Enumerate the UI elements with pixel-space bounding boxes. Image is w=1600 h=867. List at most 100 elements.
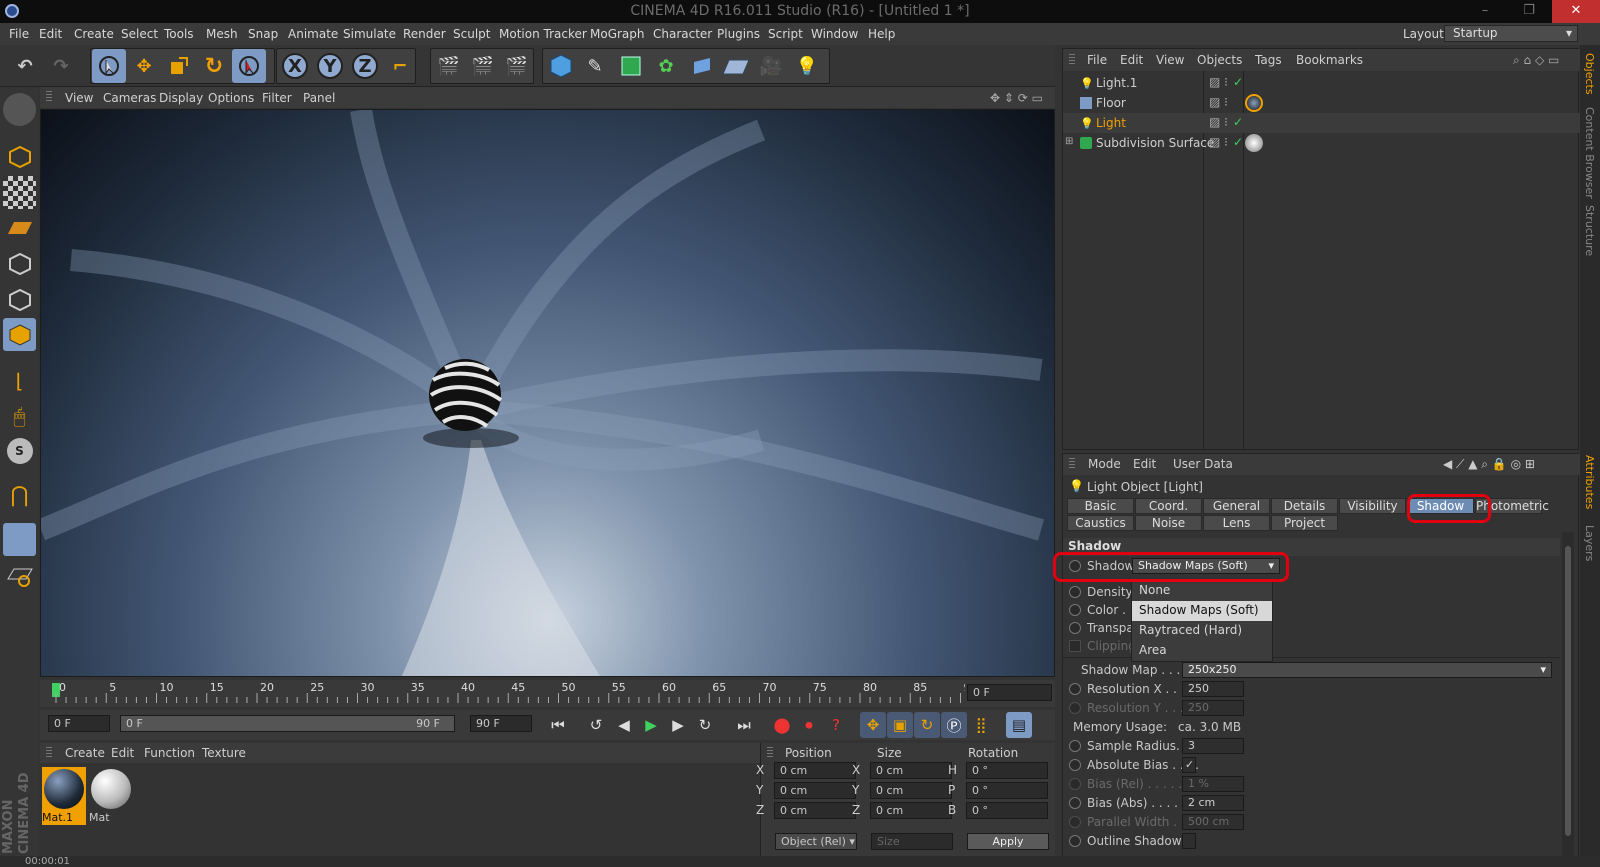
menu-select[interactable]: Select [121,27,158,41]
make-editable-icon[interactable] [3,93,36,126]
material-mat[interactable]: Mat [89,767,133,825]
previous-key-icon[interactable]: ↺ [583,712,609,738]
viewport-menu-view[interactable]: View [65,91,93,105]
menu-mesh[interactable]: Mesh [206,27,238,41]
timeline-window-icon[interactable]: ▤ [1006,712,1032,738]
tab-visibility[interactable]: Visibility [1339,498,1406,514]
animate-radio[interactable] [1069,797,1081,809]
model-mode-icon[interactable] [3,140,36,173]
drag-handle-icon[interactable] [46,91,52,103]
tab-attributes[interactable]: Attributes [1583,455,1596,509]
workplane-lock-icon[interactable] [3,523,36,556]
previous-frame-icon[interactable]: ◀ [611,712,637,738]
apply-button[interactable]: Apply [967,833,1049,850]
object-row-subdivision-surface[interactable]: ⊞ Subdivision Surface ▨ ⁝ ✓ [1063,133,1580,153]
menu-window[interactable]: Window [811,27,858,41]
auto-keying-icon[interactable]: ⏺ [796,712,822,738]
tab-structure[interactable]: Structure [1583,205,1596,256]
menu-help[interactable]: Help [868,27,895,41]
subdivision-surface-icon[interactable] [614,49,648,83]
expand-icon[interactable]: ⊞ [1065,136,1073,147]
coord-size-field[interactable]: 0 cm [870,762,952,779]
animate-radio[interactable] [1069,683,1081,695]
solo-mode-icon[interactable]: S [3,434,36,467]
param-checkbox[interactable] [1182,833,1196,849]
tab-caustics[interactable]: Caustics [1067,515,1134,531]
camera-icon[interactable]: 🎥 [754,49,788,83]
render-view-icon[interactable]: 🎬 [432,49,466,83]
menu-animate[interactable]: Animate [288,27,338,41]
drag-handle-icon[interactable] [1069,54,1075,66]
coord-pos-field[interactable]: 0 cm [774,782,856,799]
object-search-icon[interactable]: ⌕ ⌂ ◇ ▭ [1513,53,1559,68]
checkbox[interactable] [1069,640,1081,652]
visibility-dots-icon[interactable]: ▨ ⁝ [1209,75,1228,89]
rotate-icon[interactable]: ↻ [197,49,231,83]
dropdown-option-area[interactable]: Area [1132,641,1272,661]
deformer-icon[interactable] [685,49,719,83]
play-icon[interactable]: ▶ [638,712,664,738]
animate-radio[interactable] [1069,622,1081,634]
tab-basic[interactable]: Basic [1067,498,1134,514]
coord-pos-field[interactable]: 0 cm [774,762,856,779]
tab-layers[interactable]: Layers [1583,525,1596,561]
keyframe-selection-icon[interactable]: ? [823,712,849,738]
attribute-scrollbar[interactable] [1562,532,1574,862]
animate-radio[interactable] [1069,835,1081,847]
size-mode-select[interactable]: Size [871,833,953,850]
planar-workplane-icon[interactable] [3,559,36,592]
coord-rot-field[interactable]: 0 ° [966,762,1048,779]
layout-select[interactable]: Startup ▾ [1444,25,1578,42]
edges-mode-icon[interactable] [3,283,36,316]
menu-simulate[interactable]: Simulate [343,27,396,41]
material-tag-icon[interactable] [1245,134,1263,152]
3d-viewport[interactable] [40,109,1055,677]
param-value-field[interactable]: 2 cm [1182,795,1244,811]
animate-radio[interactable] [1069,586,1081,598]
workplane-mode-icon[interactable] [3,211,36,244]
dropdown-option-none[interactable]: None [1132,581,1272,601]
cube-icon[interactable] [544,49,578,83]
tab-content-browser[interactable]: Content Browser [1583,107,1596,199]
record-parameter-icon[interactable]: Ⓟ [941,712,967,738]
material-menu-create[interactable]: Create [65,746,105,760]
frame-range-slider[interactable]: 0 F 90 F [120,715,455,732]
object-menu-file[interactable]: File [1087,53,1107,67]
render-picture-viewer-icon[interactable]: 🎬 [466,49,500,83]
animate-radio[interactable] [1069,816,1081,828]
object-menu-objects[interactable]: Objects [1197,53,1242,67]
move-icon[interactable]: ✥ [127,49,161,83]
scale-icon[interactable] [162,49,196,83]
record-point-level-icon[interactable]: ⣿ [968,712,994,738]
coordinate-mode-select[interactable]: Object (Rel) ▾ [775,833,857,850]
shadow-map-select[interactable]: 250x250 ▾ [1182,662,1552,678]
object-row-floor[interactable]: Floor ▨ ⁝ [1063,93,1580,113]
record-position-icon[interactable]: ✥ [860,712,886,738]
drag-handle-icon[interactable] [46,747,52,759]
visibility-dots-icon[interactable]: ▨ ⁝ [1209,115,1228,129]
object-row-light-1[interactable]: 💡 Light.1 ▨ ⁝ ✓ [1063,73,1580,93]
param-value-field[interactable]: 500 cm [1182,814,1244,830]
drag-handle-icon[interactable] [767,747,773,759]
param-value-field[interactable]: 1 % [1182,776,1244,792]
param-value-field[interactable]: 3 [1182,738,1244,754]
object-menu-bookmarks[interactable]: Bookmarks [1296,53,1363,67]
redo-icon[interactable]: ↷ [44,49,78,83]
menu-tools[interactable]: Tools [164,27,194,41]
restore-button[interactable]: ❐ [1507,0,1551,23]
snap-magnet-icon[interactable]: ⋂ [3,479,36,512]
undo-icon[interactable]: ↶ [8,49,42,83]
coordinate-system-icon[interactable]: ⌐ [383,49,417,83]
coord-rot-field[interactable]: 0 ° [966,782,1048,799]
material-menu-edit[interactable]: Edit [111,746,134,760]
attribute-menu-user-data[interactable]: User Data [1173,457,1233,471]
menu-render[interactable]: Render [403,27,446,41]
start-frame-field[interactable]: 0 F [48,715,110,732]
x-axis-lock-icon[interactable]: X [278,49,312,83]
axis-mode-icon[interactable]: ⌊ [3,364,36,397]
go-to-end-icon[interactable]: ⏭ [731,712,757,738]
mograph-cloner-icon[interactable]: ✿ [649,49,683,83]
viewport-menu-filter[interactable]: Filter [262,91,292,105]
drag-handle-icon[interactable] [1069,458,1075,470]
menu-mograph[interactable]: MoGraph [590,27,645,41]
